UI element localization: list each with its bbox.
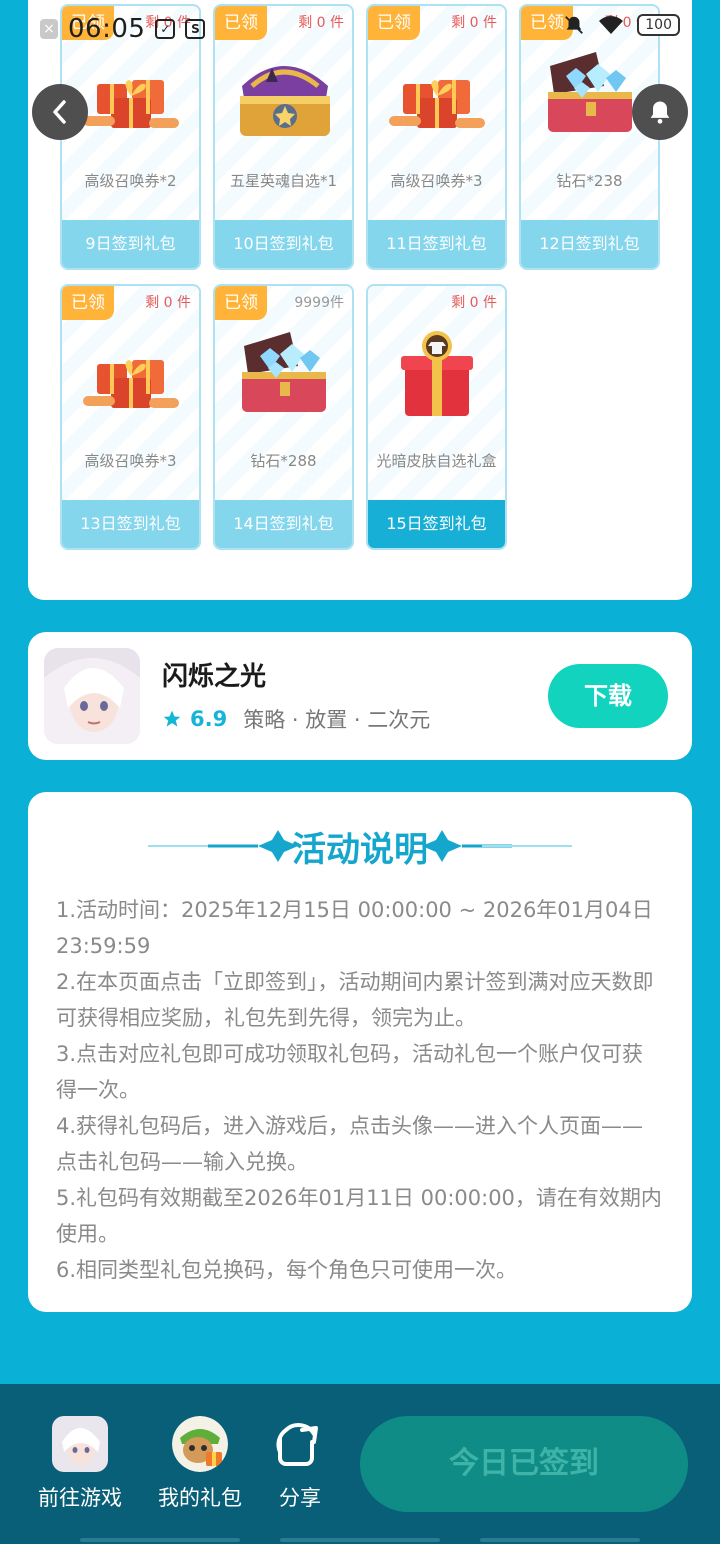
gift-card[interactable]: 已领 剩 0 件 高级召唤券*3 13日签到礼包 [60,284,201,550]
gift-name: 钻石*288 [250,452,317,470]
game-avatar-icon [52,1416,108,1472]
bell-icon [650,101,670,124]
diamond-chest-icon [242,332,326,412]
red-gift-pile-icon [83,80,179,128]
rule-item: 3.点击对应礼包即可成功领取礼包码，活动礼包一个账户仅可获得一次。 [56,1042,644,1102]
rules-card: 活动说明 1.活动时间：2025年12月15日 00:00:00 ~ 2026年… [28,792,692,1312]
star-icon [163,710,181,727]
game-card: 闪烁之光 6.9 策略 · 放置 · 二次元 下载 [28,632,692,760]
rule-item: 6.相同类型礼包兑换码，每个角色只可使用一次。 [56,1258,518,1282]
red-gift-pile-icon [389,80,485,128]
remaining-count: 剩 0 件 [145,15,191,31]
gift-name: 五星英魂自选*1 [229,172,338,190]
remaining-count: 剩 0 件 [604,15,650,31]
gift-name: 高级召唤券*3 [390,172,483,190]
game-avatar [44,648,140,744]
gift-name: 高级召唤券*3 [84,452,177,470]
rules-title: 活动说明 [292,830,428,870]
game-meta: 6.9 策略 · 放置 · 二次元 [162,704,430,734]
claimed-tag: 已领 [521,6,573,40]
home-indicator [80,1538,640,1544]
gift-card[interactable]: 已领 剩 0 件 钻石*238 12日签到礼包 [519,4,660,270]
game-rating: 6.9 [190,707,228,731]
rule-item: 4.获得礼包码后，进入游戏后，点击头像——进入个人页面——点击礼包码——输入兑换… [56,1114,644,1174]
gift-card[interactable]: 已领 剩 0 件 高级召唤券*3 11日签到礼包 [366,4,507,270]
remaining-count: 剩 0 件 [451,15,497,31]
rewards-panel: 已领 剩 0 件 高级召唤券*2 9日签到礼包 已领 剩 0 件 五星英魂自选*… [28,0,692,600]
gift-day-label: 10日签到礼包 [215,220,352,268]
rules-heading: 活动说明 [28,818,692,874]
remaining-count: 剩 0 件 [145,295,191,311]
rules-body: 1.活动时间：2025年12月15日 00:00:00 ~ 2026年01月04… [56,892,664,1288]
game-character-icon [44,648,140,744]
diamond-chest-icon [548,52,632,132]
share-icon [272,1416,328,1472]
game-title: 闪烁之光 [162,662,267,692]
gift-name: 高级召唤券*2 [84,172,177,190]
mascot-gift-icon [172,1416,228,1472]
gift-name: 钻石*238 [556,172,623,190]
my-gifts-button[interactable]: 我的礼包 [150,1416,250,1512]
skin-gift-box-icon [401,331,473,416]
notification-button[interactable] [632,84,688,140]
remaining-count: 剩 0 件 [298,15,344,31]
gift-day-label: 14日签到礼包 [215,500,352,548]
gift-name: 光暗皮肤自选礼盒 [376,452,497,470]
share-label: 分享 [279,1486,321,1510]
gift-card[interactable]: 已领 剩 0 件 五星英魂自选*1 10日签到礼包 [213,4,354,270]
gift-day-label: 13日签到礼包 [62,500,199,548]
rule-item: 2.在本页面点击「立即签到」，活动期间内累计签到满对应天数即可获得相应奖励，礼包… [56,970,654,1030]
rule-item: 5.礼包码有效期截至2026年01月11日 00:00:00，请在有效期内使用。 [56,1186,662,1246]
back-button[interactable] [32,84,88,140]
gift-day-label: 15日签到礼包 [368,500,505,548]
gift-card[interactable]: 已领 剩 0 件 高级召唤券*2 9日签到礼包 [60,4,201,270]
go-to-game-button[interactable]: 前往游戏 [30,1416,130,1512]
claimed-tag: 已领 [62,6,114,40]
remaining-count: 剩 0 件 [451,295,497,311]
rule-item: 1.活动时间：2025年12月15日 00:00:00 ~ 2026年01月04… [56,898,653,958]
claimed-tag: 已领 [368,6,420,40]
signed-in-today-button[interactable]: 今日已签到 [360,1416,688,1512]
golden-chest-icon [240,66,330,136]
red-gift-pile-icon [83,360,179,408]
game-genres: 策略 · 放置 · 二次元 [243,708,431,732]
bottom-bar: 前往游戏 我的礼包 分享 今日已签到 [0,1384,720,1544]
download-button[interactable]: 下载 [548,664,668,728]
my-gifts-label: 我的礼包 [158,1486,242,1510]
gift-card[interactable]: 已领 9999件 钻石*288 14日签到礼包 [213,284,354,550]
gift-day-label: 9日签到礼包 [62,220,199,268]
remaining-count: 9999件 [294,295,344,311]
claimed-tag: 已领 [215,6,267,40]
go-to-game-label: 前往游戏 [38,1486,122,1510]
claimed-tag: 已领 [62,286,114,320]
gift-card[interactable]: 剩 0 件 光暗皮肤自选礼盒 15日签到礼包 [366,284,507,550]
gift-day-label: 11日签到礼包 [368,220,505,268]
share-button[interactable]: 分享 [270,1416,330,1512]
claimed-tag: 已领 [215,286,267,320]
gift-day-label: 12日签到礼包 [521,220,658,268]
chevron-left-icon [53,100,66,124]
